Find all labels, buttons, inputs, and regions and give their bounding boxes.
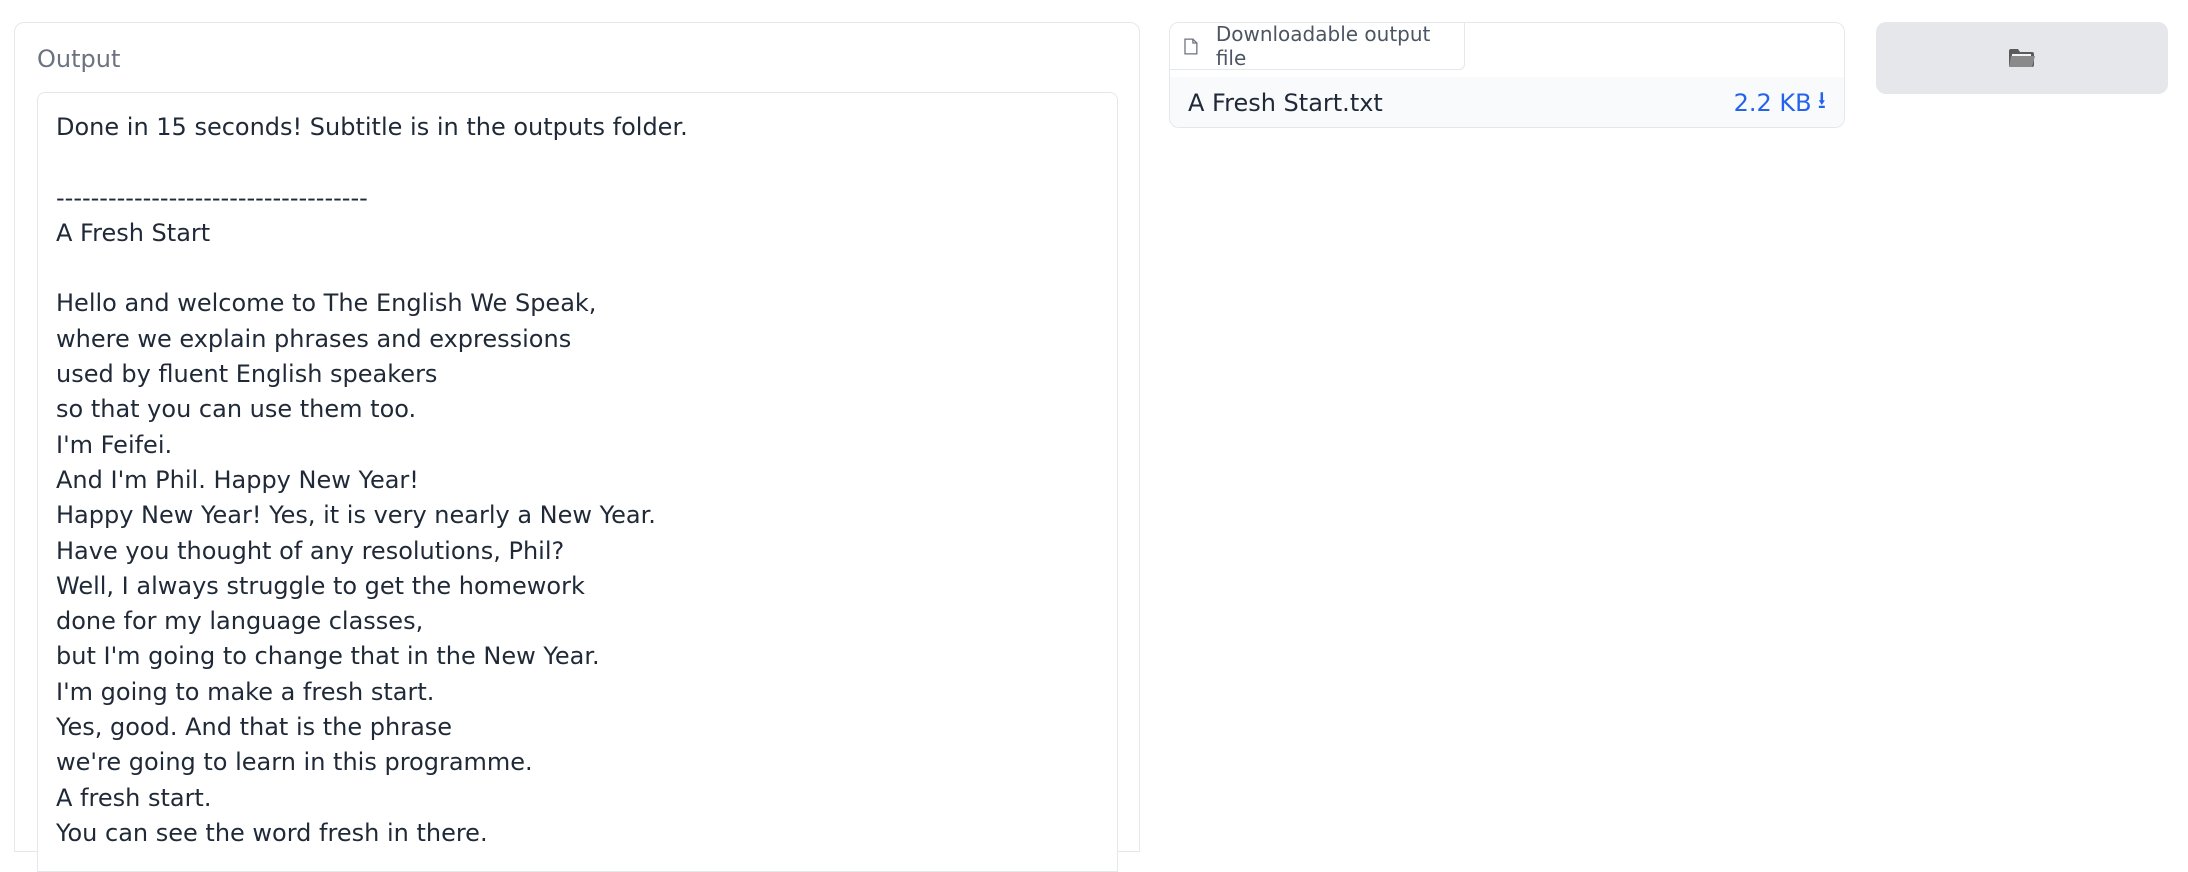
file-icon [1184,37,1198,55]
file-name: A Fresh Start.txt [1188,89,1383,117]
download-link[interactable]: 2.2 KB ⭳ [1734,83,1826,124]
file-tab: Downloadable output file [1170,23,1465,70]
output-textarea[interactable]: Done in 15 seconds! Subtitle is in the o… [37,92,1118,872]
file-size: 2.2 KB [1733,89,1812,117]
output-label: Output [37,45,121,73]
folder-icon [2009,49,2035,67]
file-panel: Downloadable output file A Fresh Start.t… [1169,22,1845,128]
output-panel: Output Done in 15 seconds! Subtitle is i… [14,22,1140,872]
file-row[interactable]: A Fresh Start.txt 2.2 KB ⭳ [1170,77,1844,127]
open-folder-button[interactable] [1876,22,2168,94]
output-text: Done in 15 seconds! Subtitle is in the o… [56,113,688,847]
download-icon: ⭳ [1817,85,1826,114]
file-tab-label: Downloadable output file [1215,22,1431,70]
